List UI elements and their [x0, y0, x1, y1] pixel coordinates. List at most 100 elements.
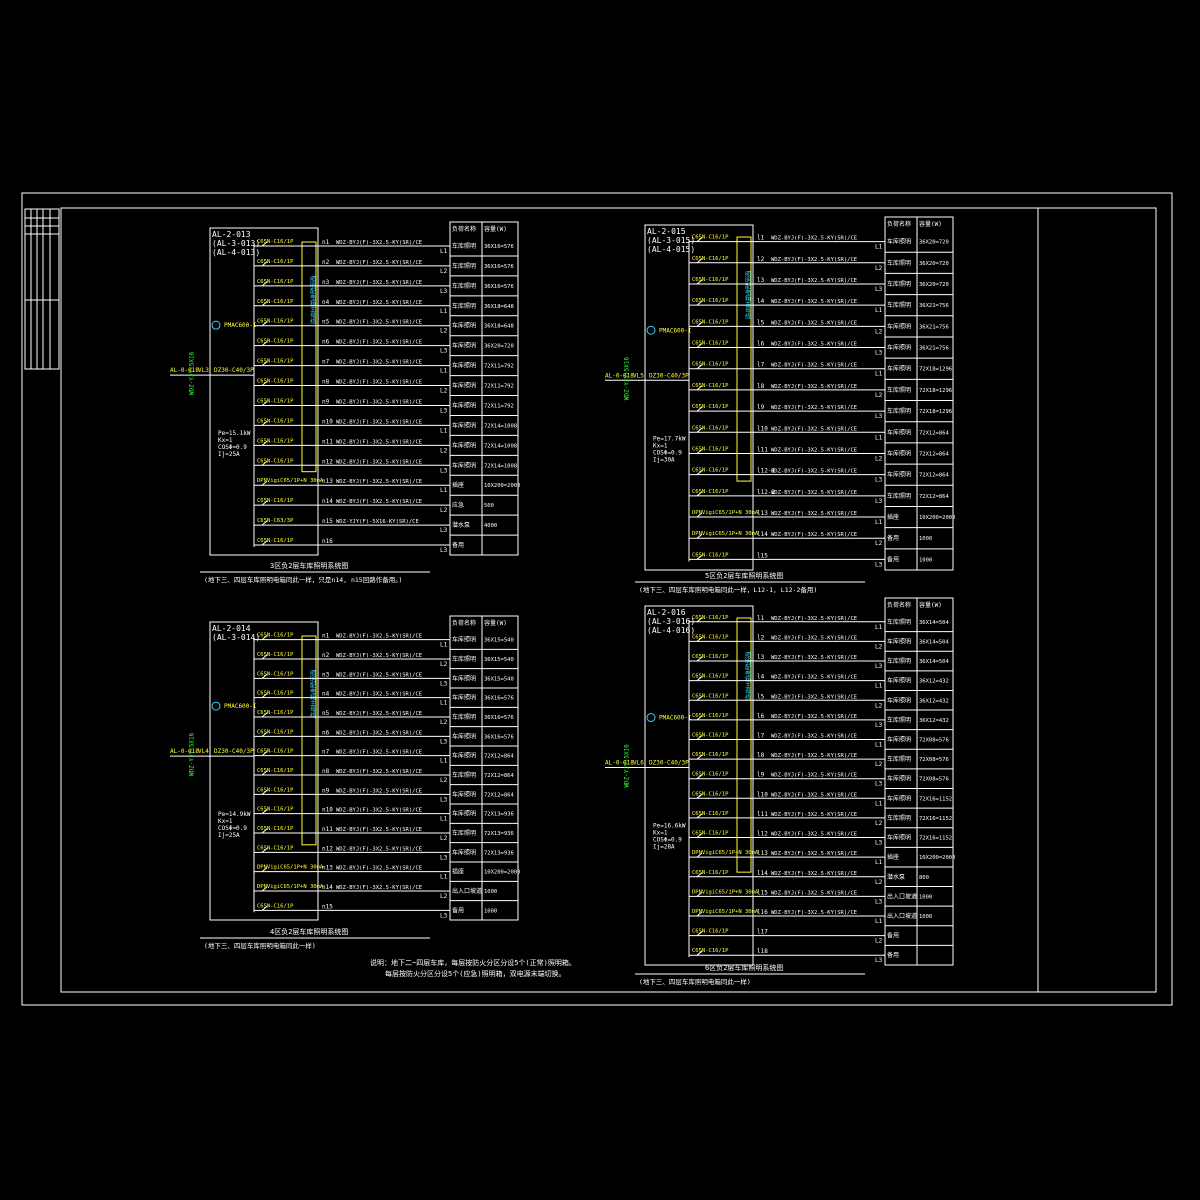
load-summary: Ij=25A	[218, 832, 240, 839]
branch-circuit: C65N-C16/1P n9 WDZ-BYJ(F)-3X2.5-KY(SR)/CE L…	[254, 398, 518, 416]
branch-cable: WDZ-BYJ(F)-3X2.5-KY(SR)/CE	[336, 769, 422, 775]
branch-breaker: C65N-C16/1P	[692, 634, 729, 640]
branch-cable: WDZ-BYJ(F)-3X2.5-KY(SR)/CE	[336, 730, 422, 736]
circuit-id: l12	[757, 831, 768, 838]
circuit-id: n6	[322, 339, 330, 346]
branch-circuit: C65N-C16/1P n14 WDZ-BYJ(F)-3X2.5-KY(SR)/CE…	[254, 498, 518, 516]
branch-cable: WDZ-BYJ(F)-3X2.5-KY(SR)/CE	[771, 363, 857, 369]
load-capacity: 800	[919, 875, 929, 881]
branch-breaker: C65N-C16/1P	[257, 671, 294, 677]
branch-cable: WDZ-BYJ(F)-3X2.5-KY(SR)/CE	[336, 280, 422, 286]
branch-cable: WDZ-BYJ(F)-3X2.5-KY(SR)/CE	[771, 257, 857, 263]
load-name: 车库照明	[452, 421, 476, 429]
branch-breaker: C65N-C16/1P	[692, 772, 729, 778]
branch-circuit: C65N-C16/1P n8 WDZ-BYJ(F)-3X2.5-KY(SR)/CE L…	[254, 379, 518, 396]
branch-circuit: C65N-C16/1P l6 WDZ-BYJ(F)-3X2.5-KY(SR)/CE L…	[689, 713, 953, 731]
main-breaker: DZ30-C40/3P	[214, 367, 254, 374]
branch-cable: WDZ-BYJ(F)-3X2.5-KY(SR)/CE	[336, 320, 422, 326]
load-capacity: 1000	[919, 914, 932, 920]
load-name: 车库照明	[887, 301, 911, 309]
load-capacity: 72X13=936	[484, 831, 514, 837]
branch-breaker: C65N-C16/1P	[692, 870, 729, 876]
load-summary: Ij=30A	[653, 456, 675, 463]
load-capacity: 36X15=540	[484, 676, 514, 682]
branch-breaker: DPNVigiC65/1P+N 30mA	[692, 850, 759, 856]
load-name: 车库照明	[887, 637, 911, 645]
branch-circuit: C65N-C16/1P n1 WDZ-BYJ(F)-3X2.5-KY(SR)/CE L…	[254, 633, 518, 650]
branch-circuit: C65N-C16/1P l12-2WDZ-BYJ(F)-3X2.5-KY(SR)/…	[689, 489, 953, 507]
branch-phase: L1	[875, 434, 883, 441]
branch-circuit: C65N-C16/1P l10 WDZ-BYJ(F)-3X2.5-KY(SR)/CE…	[689, 425, 953, 444]
circuit-id: l17	[757, 929, 768, 936]
branch-phase: L2	[440, 835, 448, 842]
branch-breaker: C65N-C16/1P	[692, 404, 729, 410]
panel-id: (AL-3-016)	[647, 617, 695, 626]
branch-circuit: C65N-C16/1P n7 WDZ-BYJ(F)-3X2.5-KY(SR)/CE L…	[254, 359, 518, 377]
circuit-id: l7	[757, 732, 765, 739]
load-capacity: 36X14=504	[919, 639, 949, 645]
circuit-id: l9	[757, 404, 765, 411]
circuit-id: n3	[322, 671, 330, 678]
load-capacity: 36X16=576	[484, 715, 514, 721]
circuit-id: l14	[757, 870, 768, 877]
branch-circuit: C65N-C16/1P n8 WDZ-BYJ(F)-3X2.5-KY(SR)/CE L…	[254, 768, 518, 786]
load-name: 车库照明	[452, 441, 476, 449]
circuit-id: l6	[757, 713, 765, 720]
load-summary: Ij=28A	[653, 844, 675, 851]
circuit-id: n2	[322, 652, 330, 659]
incoming-cable: WDZ-YJY-5X16	[624, 357, 631, 401]
load-capacity: 72X12=864	[484, 754, 514, 760]
branch-circuit: C65N-C16/1P n2 WDZ-BYJ(F)-3X2.5-KY(SR)/CE L…	[254, 259, 518, 277]
load-name: 车库照明	[452, 713, 476, 721]
load-name: 车库照明	[452, 636, 476, 644]
load-name: 车库照明	[452, 694, 476, 702]
load-summary: Kx=1	[218, 818, 233, 825]
branch-cable: WDZ-BYJ(F)-3X2.5-KY(SR)/CE	[336, 866, 422, 872]
branch-cable: WDZ-BYJ(F)-3X2.5-KY(SR)/CE	[336, 380, 422, 386]
branch-cable: WDZ-BYJ(F)-3X2.5-KY(SR)/CE	[336, 827, 422, 833]
branch-circuit: C65N-C16/1P l12 WDZ-BYJ(F)-3X2.5-KY(SR)/CE…	[689, 831, 953, 848]
branch-circuit: C65N-C16/1P n3 WDZ-BYJ(F)-3X2.5-KY(SR)/CE L…	[254, 279, 518, 297]
branch-circuit: C65N-C16/1P l6 WDZ-BYJ(F)-3X2.5-KY(SR)/CE L…	[689, 341, 953, 359]
branch-breaker: DPNVigiC65/1P+N 30mA	[692, 510, 759, 516]
load-capacity: 36X16=576	[484, 264, 514, 270]
branch-breaker: C65N-C16/1P	[692, 446, 729, 452]
branch-phase: L1	[875, 624, 883, 631]
branch-phase: L1	[440, 700, 448, 707]
branch-circuit: C65N-C16/1P n7 WDZ-BYJ(F)-3X2.5-KY(SR)/CE L…	[254, 749, 518, 766]
branch-phase: L1	[875, 371, 883, 378]
branch-phase: L1	[875, 519, 883, 526]
table-header-name: 负荷名称	[452, 225, 476, 233]
branch-breaker: C65N-C16/1P	[257, 729, 294, 735]
branch-cable: WDZ-BYJ(F)-3X2.5-KY(SR)/CE	[771, 469, 857, 475]
meter-icon	[646, 713, 656, 723]
bus-label: 照明配电箱主母线	[309, 670, 316, 718]
branch-phase: L2	[440, 328, 448, 335]
incoming-phase: VL4	[198, 748, 209, 755]
branch-breaker: C65N-C16/1P	[257, 691, 294, 697]
branch-phase: L3	[875, 350, 883, 357]
branch-circuit: C65N-C16/1P n10 WDZ-BYJ(F)-3X2.5-KY(SR)/CE…	[254, 807, 518, 824]
circuit-id: l5	[757, 319, 765, 326]
panel-caption: 6区负2层车库照明系统图	[705, 963, 783, 972]
branch-circuit: DPNVigiC65/1P+N 30mAl13 WDZ-BYJ(F)-3X2.5-…	[689, 850, 955, 868]
branch-cable: WDZ-BYJ(F)-3X2.5-KY(SR)/CE	[771, 753, 857, 759]
load-name: 车库照明	[887, 716, 911, 724]
load-summary: COSΦ=0.9	[218, 825, 247, 832]
load-capacity: 36X20=720	[919, 282, 949, 288]
load-name: 车库照明	[887, 657, 911, 665]
load-name: 出入口坡道	[887, 912, 917, 920]
branch-circuit: C65N-C16/1P n5 WDZ-BYJ(F)-3X2.5-KY(SR)/CE L…	[254, 710, 518, 728]
branch-cable: WDZ-BYJ(F)-3X2.5-KY(SR)/CE	[771, 675, 857, 681]
branch-breaker: C65N-C16/1P	[257, 458, 294, 464]
branch-cable: WDZ-BYJ(F)-3X2.5-KY(SR)/CE	[771, 447, 857, 453]
incoming-phase: VL6	[633, 760, 644, 767]
load-capacity: 36X16=576	[484, 734, 514, 740]
branch-cable: WDZ-BYJ(F)-3X2.5-KY(SR)/CE	[336, 300, 422, 306]
branch-circuit: C65N-C16/1P l17 L2 备用	[689, 929, 953, 946]
branch-cable: WDZ-BYJ(F)-3X2.5-KY(SR)/CE	[771, 851, 857, 857]
branch-circuit: C65N-C16/1P l9 WDZ-BYJ(F)-3X2.5-KY(SR)/CE L…	[689, 772, 953, 789]
branch-phase: L2	[875, 879, 883, 886]
general-notes: 说明：地下二~四层车库，每层按防火分区分设5个(正常)照明箱。 每层按防火分区分…	[370, 958, 576, 978]
branch-phase: L1	[440, 874, 448, 881]
